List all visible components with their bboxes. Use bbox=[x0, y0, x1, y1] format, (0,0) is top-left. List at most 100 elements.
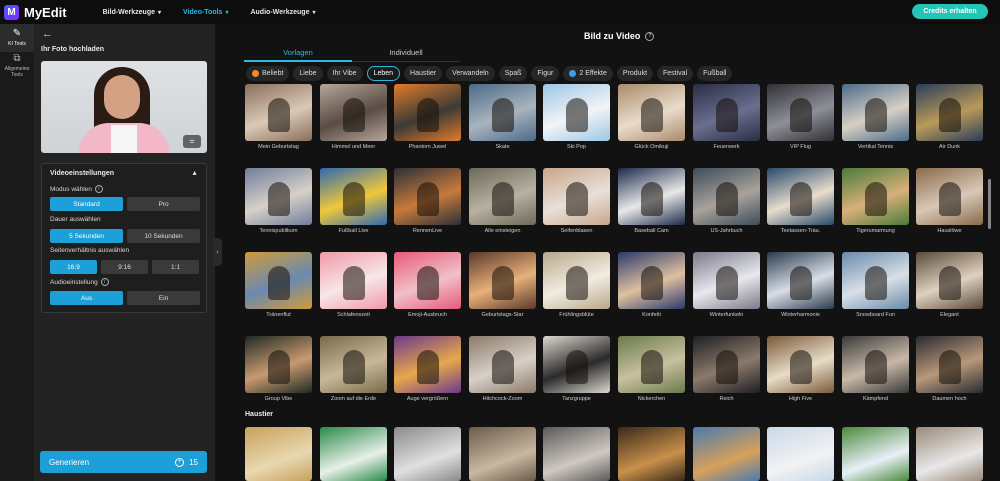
template-tile[interactable]: Hitchcock-Zoom bbox=[469, 336, 536, 402]
template-thumbnail[interactable] bbox=[618, 84, 685, 141]
template-tile[interactable]: Reich bbox=[693, 336, 760, 402]
template-thumbnail[interactable] bbox=[394, 427, 461, 481]
template-thumbnail[interactable] bbox=[618, 427, 685, 481]
template-thumbnail[interactable] bbox=[842, 336, 909, 393]
template-thumbnail[interactable] bbox=[543, 336, 610, 393]
tab-individuell[interactable]: Individuell bbox=[352, 46, 460, 62]
haustier-tile[interactable] bbox=[767, 427, 834, 481]
chip-ihr-vibe[interactable]: Ihr Vibe bbox=[326, 66, 363, 81]
haustier-tile[interactable] bbox=[394, 427, 461, 481]
template-thumbnail[interactable] bbox=[693, 168, 760, 225]
template-tile[interactable]: Ski Pop bbox=[543, 84, 610, 150]
template-thumbnail[interactable] bbox=[842, 84, 909, 141]
template-tile[interactable]: Teetassen-Träu. bbox=[767, 168, 834, 234]
template-thumbnail[interactable] bbox=[842, 252, 909, 309]
chip-figur[interactable]: Figur bbox=[531, 66, 560, 81]
chip-2-effekte[interactable]: 2 Effekte bbox=[563, 66, 613, 81]
template-thumbnail[interactable] bbox=[543, 84, 610, 141]
template-thumbnail[interactable] bbox=[693, 252, 760, 309]
template-tile[interactable]: Auge vergrößern bbox=[394, 336, 461, 402]
chip-beliebt[interactable]: Beliebt bbox=[246, 66, 290, 81]
get-credits-button[interactable]: Credits erhalten bbox=[912, 4, 988, 19]
template-thumbnail[interactable] bbox=[618, 168, 685, 225]
panel-collapse-handle[interactable]: ‹ bbox=[213, 238, 222, 266]
haustier-tile[interactable] bbox=[320, 427, 387, 481]
rail-item-allgemeine-tools[interactable]: ⧉ Allgemeine Tools bbox=[0, 52, 34, 80]
template-thumbnail[interactable] bbox=[618, 252, 685, 309]
template-tile[interactable]: Phantom Juwel bbox=[394, 84, 461, 150]
template-tile[interactable]: Hauslöwe bbox=[916, 168, 983, 234]
template-thumbnail[interactable] bbox=[916, 336, 983, 393]
template-tile[interactable]: Glück Omikuji bbox=[618, 84, 685, 150]
haustier-tile[interactable] bbox=[842, 427, 909, 481]
haustier-tile[interactable] bbox=[916, 427, 983, 481]
template-thumbnail[interactable] bbox=[767, 252, 834, 309]
template-thumbnail[interactable] bbox=[245, 84, 312, 141]
template-thumbnail[interactable] bbox=[767, 168, 834, 225]
template-thumbnail[interactable] bbox=[469, 336, 536, 393]
template-thumbnail[interactable] bbox=[693, 427, 760, 481]
chip-produkt[interactable]: Produkt bbox=[616, 66, 654, 81]
chip-haustier[interactable]: Haustier bbox=[404, 66, 443, 81]
info-icon[interactable]: i bbox=[100, 278, 109, 286]
template-thumbnail[interactable] bbox=[767, 84, 834, 141]
template-thumbnail[interactable] bbox=[245, 336, 312, 393]
template-tile[interactable]: Feuerwerk bbox=[693, 84, 760, 150]
haustier-tile[interactable] bbox=[693, 427, 760, 481]
template-thumbnail[interactable] bbox=[469, 252, 536, 309]
chip-fußball[interactable]: Fußball bbox=[697, 66, 733, 81]
template-thumbnail[interactable] bbox=[245, 427, 312, 481]
template-tile[interactable]: Tanzgruppe bbox=[543, 336, 610, 402]
crop-icon[interactable]: ⌗ bbox=[183, 135, 201, 148]
template-thumbnail[interactable] bbox=[618, 336, 685, 393]
template-thumbnail[interactable] bbox=[320, 84, 387, 141]
template-thumbnail[interactable] bbox=[767, 427, 834, 481]
scrollbar-thumb[interactable] bbox=[988, 179, 991, 229]
template-tile[interactable]: Baseball Cam bbox=[618, 168, 685, 234]
ratio-16-9-button[interactable]: 16:9 bbox=[50, 260, 97, 274]
template-thumbnail[interactable] bbox=[916, 84, 983, 141]
template-tile[interactable]: Geburtstags-Star bbox=[469, 252, 536, 318]
template-tile[interactable]: Snowboard Fun bbox=[842, 252, 909, 318]
template-thumbnail[interactable] bbox=[916, 427, 983, 481]
ratio-1-1-button[interactable]: 1:1 bbox=[152, 260, 199, 274]
template-thumbnail[interactable] bbox=[320, 168, 387, 225]
haustier-tile[interactable] bbox=[469, 427, 536, 481]
template-thumbnail[interactable] bbox=[394, 252, 461, 309]
duration-10s-button[interactable]: 10 Sekunden bbox=[127, 229, 200, 243]
mode-pro-button[interactable]: Pro bbox=[127, 197, 200, 211]
chip-spaß[interactable]: Spaß bbox=[498, 66, 528, 81]
template-tile[interactable]: Tigerumarmung bbox=[842, 168, 909, 234]
template-thumbnail[interactable] bbox=[916, 252, 983, 309]
template-thumbnail[interactable] bbox=[469, 427, 536, 481]
info-icon[interactable]: i bbox=[94, 185, 103, 193]
duration-5s-button[interactable]: 5 Sekunden bbox=[50, 229, 123, 243]
help-icon[interactable]: ? bbox=[645, 31, 655, 41]
rail-item-ki-tools[interactable]: ✎ KI Tools bbox=[0, 24, 34, 52]
template-tile[interactable]: Vertikal Tennis bbox=[842, 84, 909, 150]
template-thumbnail[interactable] bbox=[543, 252, 610, 309]
template-tile[interactable]: Frühlingsblüte bbox=[543, 252, 610, 318]
nav-bild-werkzeuge[interactable]: Bild-Werkzeuge ▾ bbox=[103, 9, 161, 16]
template-thumbnail[interactable] bbox=[469, 168, 536, 225]
chip-leben[interactable]: Leben bbox=[366, 66, 401, 81]
template-tile[interactable]: Elegant bbox=[916, 252, 983, 318]
template-thumbnail[interactable] bbox=[320, 427, 387, 481]
audio-on-button[interactable]: Ein bbox=[127, 291, 200, 305]
template-tile[interactable]: Konfetti bbox=[618, 252, 685, 318]
template-tile[interactable]: Nickerchen bbox=[618, 336, 685, 402]
template-tile[interactable]: Mein Geburtstag bbox=[245, 84, 312, 150]
template-tile[interactable]: Tennispublikum bbox=[245, 168, 312, 234]
template-tile[interactable]: Himmel und Meer bbox=[320, 84, 387, 150]
haustier-tile[interactable] bbox=[543, 427, 610, 481]
template-tile[interactable]: Fußball Live bbox=[320, 168, 387, 234]
template-tile[interactable]: High Five bbox=[767, 336, 834, 402]
template-tile[interactable]: Air Dunk bbox=[916, 84, 983, 150]
template-tile[interactable]: Emoji-Ausbruch bbox=[394, 252, 461, 318]
template-tile[interactable]: Alle einsteigen bbox=[469, 168, 536, 234]
template-tile[interactable]: Group Vibe bbox=[245, 336, 312, 402]
haustier-tile[interactable] bbox=[245, 427, 312, 481]
ratio-9-16-button[interactable]: 9:16 bbox=[101, 260, 148, 274]
chip-verwandeln[interactable]: Verwandeln bbox=[446, 66, 495, 81]
nav-audio-werkzeuge[interactable]: Audio-Werkzeuge ▾ bbox=[250, 9, 315, 16]
